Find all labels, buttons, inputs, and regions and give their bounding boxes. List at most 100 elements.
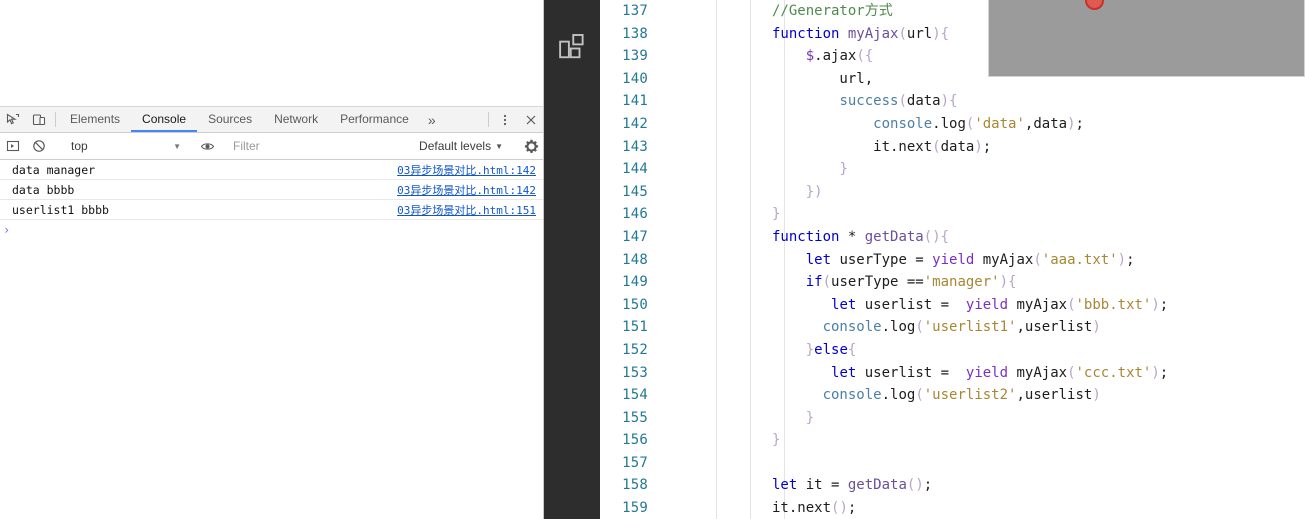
kebab-menu-icon[interactable]	[492, 107, 518, 132]
code-token: }	[772, 206, 781, 223]
code-token: function	[772, 25, 840, 42]
console-source-link[interactable]: 03异步场景对比.html:142	[397, 162, 536, 178]
code-line[interactable]: 157	[600, 452, 1305, 475]
code-line[interactable]: 155 }	[600, 407, 1305, 430]
code-line[interactable]: 145 })	[600, 181, 1305, 204]
code-line[interactable]: 156}	[600, 429, 1305, 452]
devtools-tablist: Elements Console Sources Network Perform…	[59, 107, 485, 132]
code-token: url,	[772, 70, 874, 87]
code-token: ;	[982, 138, 992, 155]
code-line[interactable]: 153 let userlist = yield myAjax('ccc.txt…	[600, 362, 1305, 385]
code-line[interactable]: 142 console.log('data',data);	[600, 113, 1305, 136]
tab-performance[interactable]: Performance	[329, 107, 420, 132]
code-token: ;	[847, 500, 857, 517]
line-number: 142	[622, 115, 648, 132]
code-token: (	[1067, 364, 1076, 381]
code-line[interactable]: 144 }	[600, 158, 1305, 181]
code-line-text: success(data){	[658, 90, 1305, 113]
sidebar-item-extensions[interactable]	[544, 24, 600, 72]
code-token: )	[940, 93, 950, 110]
code-token: .ajax	[814, 48, 857, 65]
code-line[interactable]: 158 let it = getData();	[600, 474, 1305, 497]
code-line-text: it.next(data);	[658, 136, 1305, 159]
tab-elements[interactable]: Elements	[59, 107, 131, 132]
extensions-blocks-icon	[557, 31, 587, 66]
tab-network[interactable]: Network	[263, 107, 329, 132]
code-token: }	[839, 161, 848, 178]
code-line-text: console.log('userlist2',userlist)	[658, 384, 1305, 407]
code-editor[interactable]: 137//Generator方式 138 function myAjax(url){…	[600, 0, 1305, 519]
line-number: 155	[622, 409, 648, 426]
device-toolbar-icon[interactable]	[26, 107, 52, 132]
console-message-row[interactable]: data manager 03异步场景对比.html:142	[0, 160, 544, 180]
code-token: ;	[1126, 251, 1135, 268]
console-message-text: data bbbb	[12, 182, 75, 197]
code-token: getData	[847, 477, 907, 494]
close-icon[interactable]	[518, 107, 544, 132]
code-line[interactable]: 143 it.next(data);	[600, 136, 1305, 159]
code-token: .log	[881, 387, 916, 404]
code-token: {	[864, 48, 874, 65]
browser-pane: Elements Console Sources Network Perform…	[0, 0, 544, 519]
code-line[interactable]: 141 success(data){	[600, 90, 1305, 113]
console-source-link[interactable]: 03异步场景对比.html:142	[397, 182, 536, 198]
code-line[interactable]: 147 function * getData(){	[600, 226, 1305, 249]
line-number: 144	[622, 161, 648, 178]
code-token: data	[940, 138, 975, 155]
code-line[interactable]: 148 let userType = yield myAjax('aaa.txt…	[600, 249, 1305, 272]
line-number: 138	[622, 25, 648, 42]
tab-console[interactable]: Console	[131, 107, 198, 132]
code-line[interactable]: 154 console.log('userlist2',userlist)	[600, 384, 1305, 407]
code-line-text: console.log('userlist1',userlist)	[658, 316, 1305, 339]
inspect-element-icon[interactable]	[0, 107, 26, 132]
code-token: $	[805, 48, 815, 65]
gear-icon[interactable]	[518, 139, 544, 154]
tab-elements-label: Elements	[70, 111, 121, 126]
code-token: userlist =	[856, 296, 966, 313]
line-number: 137	[622, 3, 648, 19]
code-line-text: }	[658, 158, 1305, 181]
live-expression-icon[interactable]	[194, 139, 220, 154]
code-token: console	[822, 387, 882, 404]
console-input-prompt[interactable]: ›	[0, 220, 544, 240]
activity-bar	[544, 0, 600, 519]
code-token: ;	[1159, 364, 1169, 381]
code-token: console	[822, 319, 882, 336]
more-tabs-icon[interactable]: »	[420, 107, 444, 132]
code-token: )	[932, 228, 941, 245]
console-message-row[interactable]: data bbbb 03异步场景对比.html:142	[0, 180, 544, 200]
clear-console-icon[interactable]	[26, 139, 52, 153]
execute-sidebar-icon[interactable]	[0, 139, 26, 153]
code-token: )	[915, 477, 924, 494]
code-line[interactable]: 149 if(userType =='manager'){	[600, 271, 1305, 294]
code-line[interactable]: 150 let userlist = yield myAjax('bbb.txt…	[600, 294, 1305, 317]
code-token: (	[915, 319, 924, 336]
code-token: )	[999, 274, 1009, 291]
code-line[interactable]: 146}	[600, 203, 1305, 226]
chevron-down-icon-levels: ▼	[495, 141, 503, 151]
console-levels-select[interactable]: Default levels ▼	[411, 139, 511, 153]
grey-overlay-panel	[988, 0, 1305, 77]
code-token: )	[1117, 251, 1127, 268]
code-token: 'manager'	[923, 274, 1000, 291]
console-message-row[interactable]: userlist1 bbbb 03异步场景对比.html:151	[0, 200, 544, 220]
code-token: function	[772, 228, 840, 245]
code-token: )	[1151, 296, 1160, 313]
code-token: success	[839, 93, 899, 110]
console-context-select[interactable]: top ▼	[65, 137, 187, 156]
devtools-toolbar-right	[485, 107, 544, 132]
console-source-link[interactable]: 03异步场景对比.html:151	[397, 202, 536, 218]
toolbar-divider	[55, 112, 56, 127]
tab-sources[interactable]: Sources	[197, 107, 263, 132]
code-line[interactable]: 152 }else{	[600, 339, 1305, 362]
code-line[interactable]: 151 console.log('userlist1',userlist)	[600, 316, 1305, 339]
console-filter-input[interactable]	[233, 136, 406, 156]
line-number: 141	[622, 93, 648, 110]
code-line[interactable]: 159 it.next();	[600, 497, 1305, 519]
